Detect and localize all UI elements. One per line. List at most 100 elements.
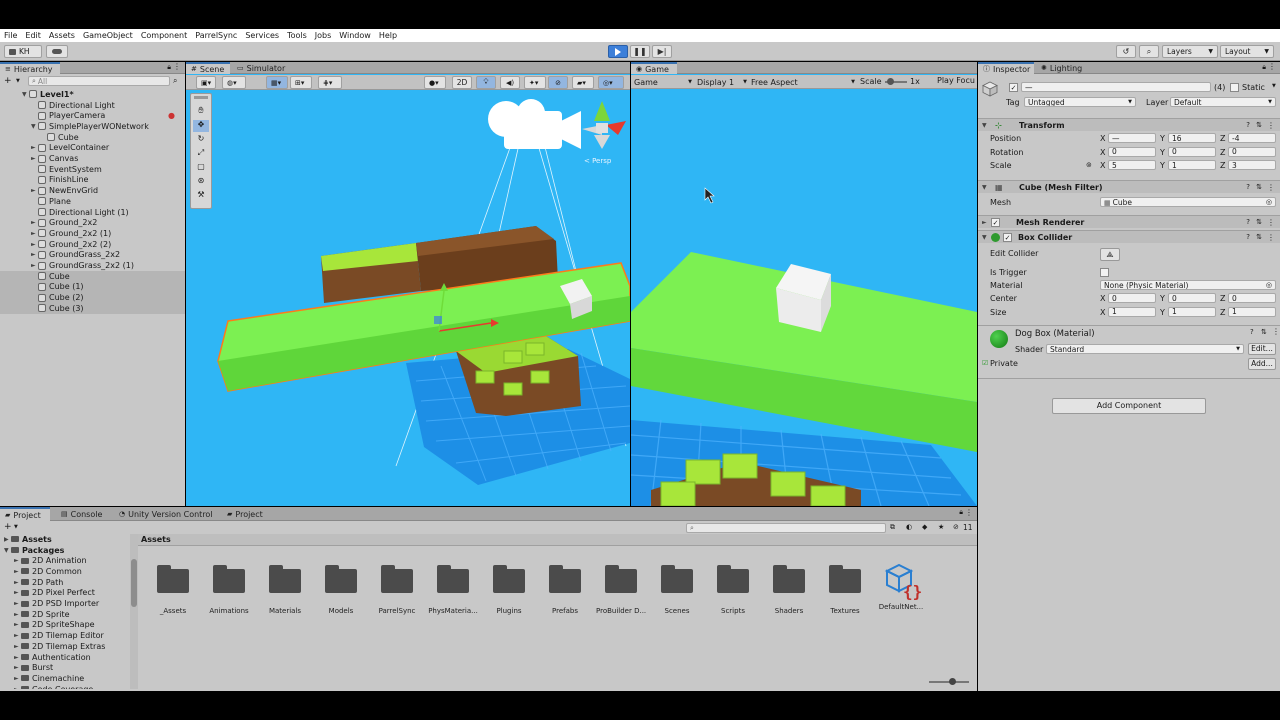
scene-view[interactable]: # Scene ▭ Simulator ▣▾ ◍▾ ▦▾ ⊞▾ ⋕▾ ●▾ 2D… [186, 62, 630, 506]
chevron-down-icon[interactable]: ▼ [1272, 83, 1276, 89]
fold-arrow-icon[interactable]: ► [31, 230, 37, 237]
hierarchy-item[interactable]: ▼ SimplePlayerWONetwork [0, 121, 185, 132]
layers-dropdown[interactable]: Layers ▼ [1162, 45, 1218, 58]
asset-folder[interactable]: Textures [820, 565, 870, 615]
help-icon[interactable]: ? [1246, 183, 1250, 191]
search-by-type-icon[interactable]: ⌕ [173, 76, 177, 86]
tab-project-2[interactable]: ▰ Project [222, 507, 272, 521]
transform-header[interactable]: ▼ ⊹ Transform ? ⇅ ⋮ [978, 118, 1280, 131]
asset-folder[interactable]: Scenes [652, 565, 702, 615]
move-tool-icon[interactable]: ✥ [193, 120, 209, 132]
more-icon[interactable]: ⋮ [1268, 62, 1276, 71]
menu-jobs[interactable]: Jobs [315, 31, 332, 40]
hierarchy-item[interactable]: ► LevelContainer [0, 143, 185, 154]
hierarchy-search-input[interactable]: ⌕ All [28, 76, 170, 86]
fold-arrow-icon[interactable]: ► [14, 568, 20, 575]
help-icon[interactable]: ? [1246, 233, 1250, 241]
scale-y-input[interactable]: 1 [1168, 160, 1216, 170]
persp-label[interactable]: < Persp [584, 157, 612, 165]
hierarchy-item[interactable]: FinishLine [0, 175, 185, 186]
project-tree-item[interactable]: ► Burst [0, 662, 130, 673]
object-picker-icon[interactable]: ◎ [1266, 198, 1272, 206]
preset-icon[interactable]: ⇅ [1256, 233, 1262, 241]
audio-toggle[interactable]: ◀) [500, 76, 520, 89]
fold-arrow-icon[interactable]: ► [14, 654, 20, 661]
project-tree-item[interactable]: ▶ Assets [0, 534, 130, 545]
grid-plane-dropdown[interactable]: ⋕▾ [318, 76, 342, 89]
aspect-dropdown[interactable]: Free Aspect ▼ [751, 76, 855, 88]
center-y-input[interactable]: 0 [1168, 293, 1216, 303]
tab-simulator[interactable]: ▭ Simulator [232, 62, 292, 74]
scale-slider[interactable] [885, 78, 907, 85]
more-icon[interactable]: ⋮ [173, 62, 181, 71]
center-x-input[interactable]: 0 [1108, 293, 1156, 303]
tab-hierarchy[interactable]: ≡ Hierarchy [0, 62, 60, 74]
asset-folder[interactable]: PhysMateria... [428, 565, 478, 615]
label-icon[interactable]: ◆ [922, 523, 927, 531]
fold-arrow-icon[interactable]: ► [14, 664, 20, 671]
hierarchy-item[interactable]: Plane [0, 196, 185, 207]
edit-collider-button[interactable]: ⟁ [1100, 248, 1120, 261]
fold-arrow-icon[interactable]: ► [14, 557, 20, 564]
preset-icon[interactable]: ⇅ [1256, 218, 1262, 226]
tab-scene[interactable]: # Scene [186, 62, 230, 74]
project-tree-item[interactable]: ► 2D Common [0, 566, 130, 577]
help-icon[interactable]: ? [1250, 328, 1254, 336]
project-tree-item[interactable]: ▼ Packages [0, 545, 130, 556]
more-icon[interactable]: ⋮ [1267, 218, 1275, 227]
asset-folder[interactable]: Shaders [764, 565, 814, 615]
box-collider-enabled-checkbox[interactable]: ✓ [1003, 232, 1012, 242]
fold-arrow-icon[interactable]: ► [14, 643, 20, 650]
snap-increment-dropdown[interactable]: ⊞▾ [290, 76, 312, 89]
play-focused-dropdown[interactable]: Play Focu [937, 76, 977, 88]
hierarchy-item[interactable]: Directional Light [0, 100, 185, 111]
menu-help[interactable]: Help [379, 31, 397, 40]
asset-folder[interactable]: Prefabs [540, 565, 590, 615]
tab-game[interactable]: ◉ Game [631, 62, 677, 74]
mesh-filter-header[interactable]: ▼ ▦ Cube (Mesh Filter) ? ⇅ ⋮ [978, 180, 1280, 193]
fold-arrow-icon[interactable]: ► [31, 262, 37, 269]
object-name-input[interactable]: — [1021, 82, 1211, 92]
add-icon[interactable]: + [4, 76, 12, 86]
tab-lighting[interactable]: ✺ Lighting [1036, 62, 1092, 74]
project-tree-item[interactable]: ► 2D Tilemap Editor [0, 630, 130, 641]
position-x-input[interactable]: — [1108, 133, 1156, 143]
project-tree-item[interactable]: ► 2D Pixel Perfect [0, 588, 130, 599]
more-icon[interactable]: ⋮ [1272, 327, 1280, 336]
project-tree-item[interactable]: ► 2D Tilemap Extras [0, 641, 130, 652]
hierarchy-item[interactable]: Cube (3) [0, 303, 185, 314]
tab-version-control[interactable]: ◔ Unity Version Control [114, 507, 218, 521]
project-tree-item[interactable]: ► 2D Animation [0, 555, 130, 566]
asset-folder[interactable]: Plugins [484, 565, 534, 615]
tab-project[interactable]: ▰ Project [0, 507, 50, 521]
hierarchy-item[interactable]: ► GroundGrass_2x2 (1) [0, 260, 185, 271]
preset-icon[interactable]: ⇅ [1256, 183, 1262, 191]
hierarchy-item[interactable]: ► NewEnvGrid [0, 185, 185, 196]
gizmo-dropdown[interactable]: ◍▾ [222, 76, 246, 89]
scale-z-input[interactable]: 3 [1228, 160, 1276, 170]
fold-arrow-icon[interactable]: ► [31, 187, 37, 194]
size-z-input[interactable]: 1 [1228, 306, 1276, 317]
project-search-input[interactable]: ⌕ [686, 523, 886, 533]
lighting-toggle[interactable]: 💡︎ [476, 76, 496, 89]
material-add-button[interactable]: Add... [1248, 358, 1276, 370]
asset-folder[interactable]: ProBuilder D... [596, 565, 646, 615]
fold-arrow-icon[interactable]: ► [31, 155, 37, 162]
pause-button[interactable]: ❚❚ [630, 45, 650, 58]
tree-scrollbar-thumb[interactable] [131, 559, 137, 607]
play-button[interactable] [608, 45, 628, 58]
history-button[interactable]: ↺ [1116, 45, 1136, 58]
project-tree-item[interactable]: ► 2D SpriteShape [0, 620, 130, 631]
menu-gameobject[interactable]: GameObject [83, 31, 133, 40]
assets-breadcrumb-label[interactable]: Assets [141, 535, 171, 544]
menu-services[interactable]: Services [245, 31, 279, 40]
tag-dropdown[interactable]: Untagged ▼ [1024, 97, 1136, 107]
rotation-z-input[interactable]: 0 [1228, 146, 1276, 157]
display-dropdown[interactable]: Display 1 ▼ [697, 76, 747, 88]
rotate-tool-icon[interactable]: ↻ [193, 134, 209, 146]
size-y-input[interactable]: 1 [1168, 306, 1216, 317]
collider-material-field[interactable]: None (Physic Material) ◎ [1100, 280, 1276, 290]
fold-arrow-icon[interactable]: ► [14, 589, 20, 596]
menu-component[interactable]: Component [141, 31, 187, 40]
scene-canvas[interactable]: < Persp [186, 91, 630, 506]
